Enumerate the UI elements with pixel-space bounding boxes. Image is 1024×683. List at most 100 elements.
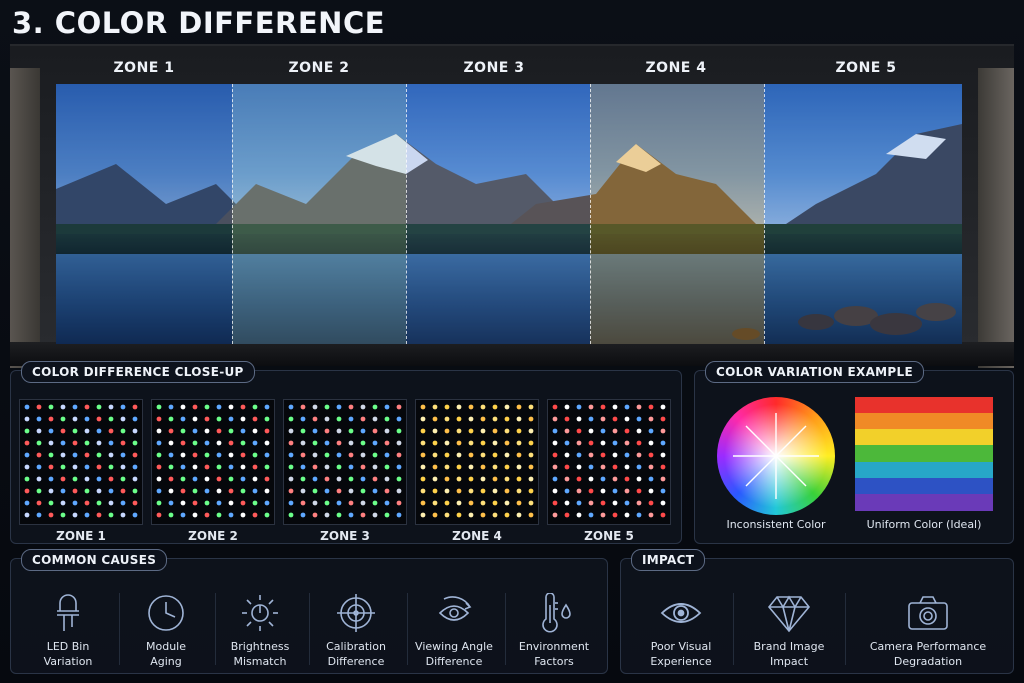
- led-pixel: [648, 488, 654, 494]
- led-pixel: [576, 476, 582, 482]
- led-pixel: [660, 416, 666, 422]
- led-pixel: [48, 512, 54, 518]
- led-pixel: [420, 440, 426, 446]
- led-pixel: [432, 488, 438, 494]
- led-pixel: [612, 512, 618, 518]
- led-pixel: [456, 488, 462, 494]
- led-pixel: [636, 476, 642, 482]
- led-pixel: [528, 464, 534, 470]
- led-pixel: [420, 452, 426, 458]
- cause-label-line1: Viewing Angle: [415, 640, 493, 653]
- led-pixel: [180, 512, 186, 518]
- led-pixel: [324, 404, 330, 410]
- led-pixel: [324, 476, 330, 482]
- led-pixel: [120, 452, 126, 458]
- led-pixel: [300, 440, 306, 446]
- led-pixel: [480, 416, 486, 422]
- uniform-color-swatch: [855, 397, 993, 511]
- led-pixel: [300, 512, 306, 518]
- led-pixel: [240, 440, 246, 446]
- zone-tint-4: [590, 84, 764, 344]
- led-pixel: [156, 476, 162, 482]
- led-pixel: [648, 464, 654, 470]
- led-pixel: [600, 476, 606, 482]
- led-pixel: [96, 404, 102, 410]
- closeup-label-3: ZONE 3: [320, 529, 370, 543]
- led-pixel: [24, 476, 30, 482]
- led-pixel: [504, 488, 510, 494]
- led-pixel: [252, 440, 258, 446]
- led-pixel: [108, 428, 114, 434]
- led-pixel: [624, 488, 630, 494]
- led-pixel: [564, 500, 570, 506]
- zone-tint-1: [56, 84, 232, 344]
- led-pixel: [528, 452, 534, 458]
- led-pixel: [636, 404, 642, 410]
- led-pixel: [216, 500, 222, 506]
- cause-label-line2: Variation: [43, 655, 93, 668]
- led-wall-screen: [56, 84, 962, 344]
- led-pixel: [528, 404, 534, 410]
- led-pixel: [300, 428, 306, 434]
- led-pixel: [312, 464, 318, 470]
- led-pixel: [60, 488, 66, 494]
- led-pixel: [336, 464, 342, 470]
- led-pixel: [132, 500, 138, 506]
- led-pixel: [420, 416, 426, 422]
- led-pixel: [324, 416, 330, 422]
- led-pixel: [48, 440, 54, 446]
- led-pixel: [444, 464, 450, 470]
- led-pixel: [300, 452, 306, 458]
- led-pixel: [564, 428, 570, 434]
- led-pixel: [216, 428, 222, 434]
- led-pixel: [576, 488, 582, 494]
- led-pixel: [48, 500, 54, 506]
- led-pixel: [600, 416, 606, 422]
- led-pixel: [456, 428, 462, 434]
- led-pixel: [396, 464, 402, 470]
- led-pixel: [576, 428, 582, 434]
- led-pixel: [612, 440, 618, 446]
- stage-wall-left: [10, 68, 40, 368]
- led-pixel: [132, 488, 138, 494]
- led-pixel: [264, 464, 270, 470]
- led-pixel: [240, 476, 246, 482]
- led-pixel: [588, 440, 594, 446]
- led-pixel: [360, 488, 366, 494]
- led-pixel: [456, 464, 462, 470]
- led-pixel: [84, 476, 90, 482]
- led-pixel: [324, 488, 330, 494]
- led-pixel: [180, 500, 186, 506]
- led-pixel: [504, 512, 510, 518]
- led-pixel: [372, 404, 378, 410]
- led-pixel: [396, 500, 402, 506]
- zone-divider-4: [764, 84, 765, 344]
- led-pixel: [576, 512, 582, 518]
- led-pixel: [432, 452, 438, 458]
- led-pixel: [288, 500, 294, 506]
- led-pixel: [552, 476, 558, 482]
- led-pixel: [444, 488, 450, 494]
- led-pixel: [204, 488, 210, 494]
- led-pixel: [132, 428, 138, 434]
- cause-separator: [119, 593, 120, 665]
- led-pixel: [24, 404, 30, 410]
- led-pixel: [624, 500, 630, 506]
- led-pixel: [420, 464, 426, 470]
- led-pixel: [264, 452, 270, 458]
- led-pixel: [504, 404, 510, 410]
- common-causes-panel: COMMON CAUSES LED Bin Variation Module A…: [10, 549, 608, 674]
- led-pixel: [108, 440, 114, 446]
- led-pixel: [324, 428, 330, 434]
- led-pixel: [60, 500, 66, 506]
- cause-label-line2: Aging: [150, 655, 182, 668]
- led-pixel: [324, 464, 330, 470]
- led-pixel: [348, 404, 354, 410]
- led-pixel: [360, 512, 366, 518]
- led-pixel: [180, 428, 186, 434]
- led-pixel: [132, 404, 138, 410]
- led-pixel: [72, 416, 78, 422]
- led-pixel: [24, 428, 30, 434]
- led-pixel: [312, 512, 318, 518]
- led-pixel: [48, 428, 54, 434]
